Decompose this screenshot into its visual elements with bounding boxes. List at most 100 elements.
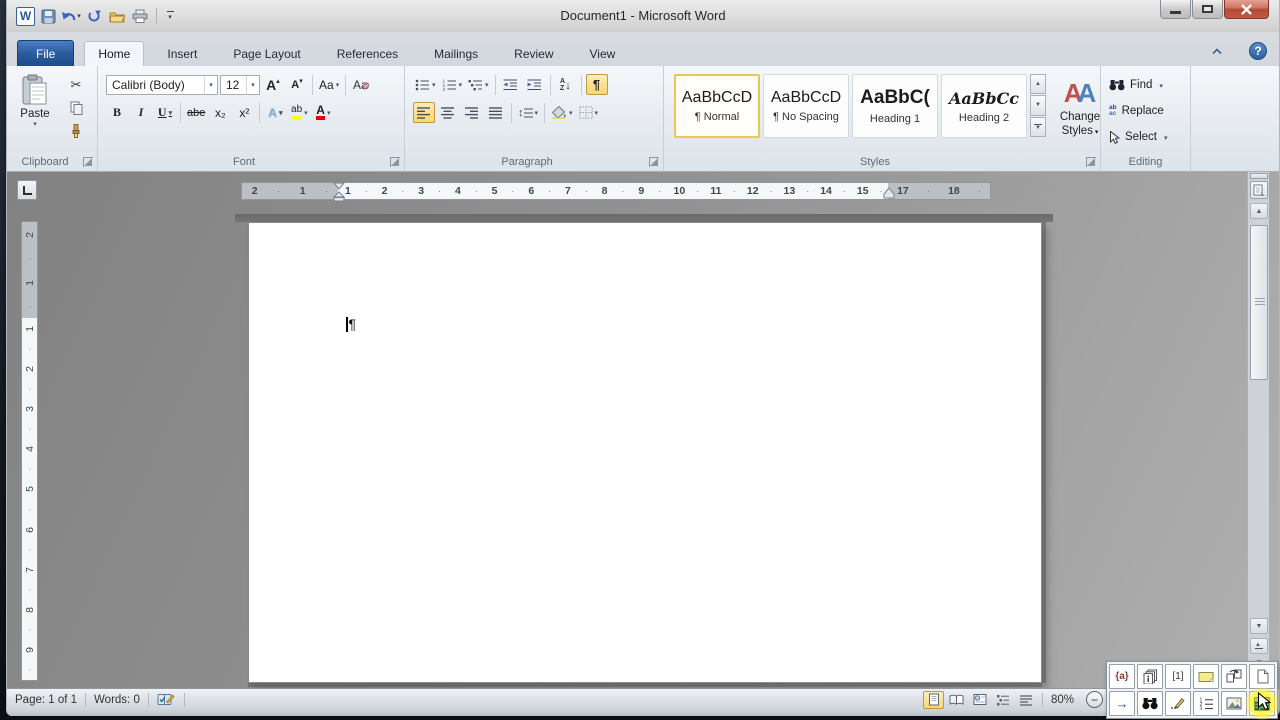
- tab-review[interactable]: Review: [501, 41, 566, 66]
- numbered-page-icon[interactable]: [1165, 664, 1191, 689]
- chevron-down-icon[interactable]: [204, 76, 217, 94]
- tab-stop-selector[interactable]: [17, 180, 37, 200]
- paste-button[interactable]: Paste: [13, 74, 57, 128]
- copy-icon[interactable]: [65, 97, 87, 118]
- spelling-check-status[interactable]: [149, 689, 184, 710]
- bullets-button[interactable]: [413, 74, 438, 95]
- arrow-right-icon[interactable]: [1109, 691, 1135, 716]
- previous-page-icon[interactable]: ▲: [1250, 638, 1268, 654]
- italic-button[interactable]: I: [130, 102, 152, 123]
- maximize-button[interactable]: [1192, 0, 1223, 19]
- split-window-handle[interactable]: [1250, 173, 1268, 179]
- line-spacing-button[interactable]: ↕: [516, 102, 540, 123]
- indent-markers-icon[interactable]: [333, 182, 345, 207]
- find-button[interactable]: Find: [1109, 76, 1163, 94]
- scroll-up-icon[interactable]: ▲: [1250, 203, 1268, 219]
- styles-scroll-up-icon[interactable]: ▲: [1030, 74, 1046, 94]
- numbered-list-icon[interactable]: ​123: [1193, 691, 1219, 716]
- zoom-out-button[interactable]: −: [1086, 691, 1103, 708]
- vertical-ruler[interactable]: 2·1· 1·2·3·4·5·6·7·8·9·: [21, 221, 38, 681]
- bold-button[interactable]: B: [106, 102, 128, 123]
- word-count-status[interactable]: Words: 0: [86, 689, 148, 710]
- right-indent-marker-icon[interactable]: [883, 186, 895, 204]
- subscript-button[interactable]: x₂: [209, 102, 231, 123]
- align-left-button[interactable]: [413, 102, 435, 123]
- open-icon[interactable]: [107, 6, 127, 26]
- shrink-font-button[interactable]: A▾: [286, 74, 308, 95]
- styles-gallery-more-icon[interactable]: ▼: [1030, 117, 1046, 137]
- binoculars-icon[interactable]: [1137, 691, 1163, 716]
- zoom-level[interactable]: 80%: [1045, 694, 1080, 706]
- align-right-button[interactable]: [461, 102, 483, 123]
- tab-home[interactable]: Home: [84, 41, 144, 66]
- chevron-down-icon[interactable]: [246, 76, 259, 94]
- grow-font-button[interactable]: A▴: [262, 74, 284, 95]
- document-page[interactable]: ¶: [248, 222, 1042, 683]
- show-hide-pilcrow-button[interactable]: ¶: [586, 74, 608, 95]
- clear-formatting-button[interactable]: Aa: [350, 74, 372, 95]
- decrease-indent-button[interactable]: [500, 74, 522, 95]
- format-painter-icon[interactable]: [65, 120, 87, 141]
- view-ruler-toggle-icon[interactable]: [1250, 181, 1268, 199]
- paragraph-dialog-launcher-icon[interactable]: [649, 157, 659, 167]
- pencil-icon[interactable]: [1165, 691, 1191, 716]
- style-heading-1[interactable]: AaBbC( Heading 1: [852, 74, 938, 138]
- outline-view-icon[interactable]: [992, 691, 1013, 709]
- shading-button[interactable]: [549, 102, 575, 123]
- tab-mailings[interactable]: Mailings: [421, 41, 491, 66]
- tab-file[interactable]: File: [17, 40, 74, 66]
- undo-icon[interactable]: [61, 6, 81, 26]
- tab-view[interactable]: View: [577, 41, 629, 66]
- underline-button[interactable]: U: [154, 102, 176, 123]
- scrollbar-thumb[interactable]: [1250, 225, 1268, 380]
- save-icon[interactable]: [38, 6, 58, 26]
- picture-icon[interactable]: [1221, 691, 1247, 716]
- print-icon[interactable]: [130, 6, 150, 26]
- borders-button[interactable]: [577, 102, 601, 123]
- justify-button[interactable]: [485, 102, 507, 123]
- vertical-scrollbar[interactable]: ▲ ▼ ▲: [1247, 172, 1269, 688]
- superscript-button[interactable]: x²: [233, 102, 255, 123]
- tab-insert[interactable]: Insert: [154, 41, 210, 66]
- text-effects-button[interactable]: A: [264, 102, 286, 123]
- new-page-icon[interactable]: [1249, 664, 1275, 689]
- cut-icon[interactable]: ✂: [65, 74, 87, 95]
- styles-scroll-down-icon[interactable]: ▼: [1030, 95, 1046, 115]
- scroll-down-icon[interactable]: ▼: [1250, 618, 1268, 634]
- strikethrough-button[interactable]: abe: [185, 102, 207, 123]
- tab-page-layout[interactable]: Page Layout: [220, 41, 313, 66]
- numbering-button[interactable]: ​123: [440, 74, 465, 95]
- styles-dialog-launcher-icon[interactable]: [1086, 157, 1096, 167]
- braces-a-icon[interactable]: [1109, 664, 1135, 689]
- align-center-button[interactable]: [437, 102, 459, 123]
- word-logo-icon[interactable]: [16, 7, 35, 26]
- page-count-status[interactable]: Page: 1 of 1: [7, 689, 85, 710]
- web-layout-view-icon[interactable]: [969, 691, 990, 709]
- style-no-spacing[interactable]: AaBbCcD ¶ No Spacing: [763, 74, 849, 138]
- customize-quick-access-toolbar-icon[interactable]: [163, 11, 177, 21]
- full-screen-reading-view-icon[interactable]: [946, 691, 967, 709]
- note-icon[interactable]: [1193, 664, 1219, 689]
- style-heading-2[interactable]: AaBbCc Heading 2: [941, 74, 1027, 138]
- sort-button[interactable]: AZ ↓: [555, 74, 577, 95]
- horizontal-ruler[interactable]: 2·1· 1·2·3·4·5·6·7·8·9·10·11·12·13·14·15…: [241, 182, 991, 200]
- minimize-ribbon-icon[interactable]: [1209, 44, 1225, 58]
- swap-pages-icon[interactable]: [1221, 664, 1247, 689]
- text-highlight-color-button[interactable]: ab: [288, 102, 310, 123]
- tab-references[interactable]: References: [324, 41, 411, 66]
- stacked-pages-icon[interactable]: [1137, 664, 1163, 689]
- replace-button[interactable]: Replace: [1109, 102, 1164, 120]
- select-button[interactable]: Select: [1109, 128, 1167, 146]
- draft-view-icon[interactable]: [1015, 691, 1036, 709]
- clipboard-dialog-launcher-icon[interactable]: [83, 157, 93, 167]
- increase-indent-button[interactable]: [524, 74, 546, 95]
- multilevel-list-button[interactable]: [466, 74, 491, 95]
- change-case-button[interactable]: Aa: [317, 74, 341, 95]
- help-icon[interactable]: [1249, 42, 1267, 60]
- close-button[interactable]: [1224, 0, 1269, 19]
- style-normal[interactable]: AaBbCcD ¶ Normal: [674, 74, 760, 138]
- repeat-icon[interactable]: [84, 6, 104, 26]
- font-dialog-launcher-icon[interactable]: [390, 157, 400, 167]
- font-size-combobox[interactable]: 12: [220, 75, 260, 95]
- font-color-button[interactable]: A: [312, 102, 334, 123]
